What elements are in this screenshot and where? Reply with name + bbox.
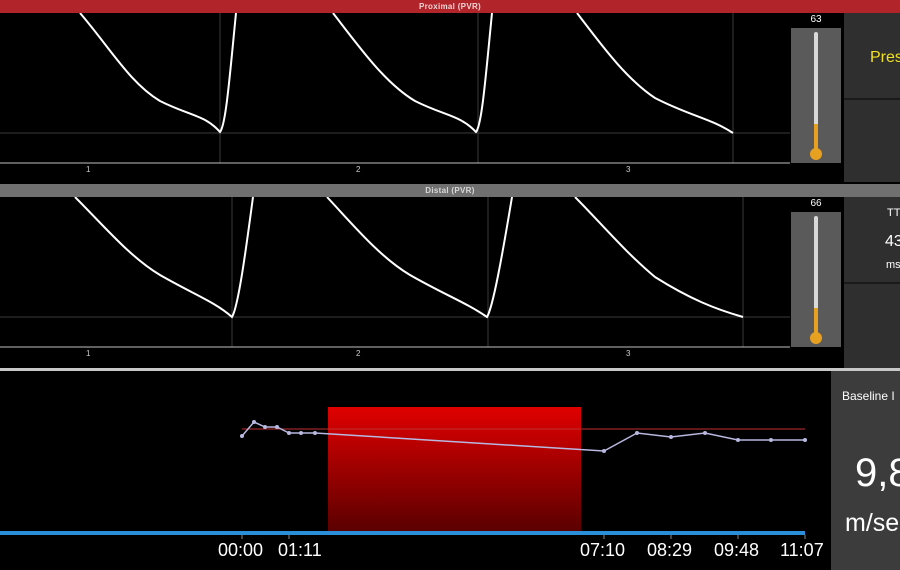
distal-side-value: 43 — [885, 233, 900, 250]
distal-tick-3: 3 — [626, 349, 631, 358]
distal-tick-2: 2 — [356, 349, 361, 358]
trend-highlight-region — [328, 407, 581, 532]
trend-time-3: 08:29 — [647, 540, 693, 560]
proximal-tick-1: 1 — [86, 165, 91, 174]
proximal-waveform[interactable] — [0, 13, 790, 178]
baseline-panel-title: Baseline I — [842, 389, 895, 403]
distal-side-panel: TT 43 ms — [844, 197, 900, 284]
proximal-side-panel: Pres — [844, 13, 900, 100]
trend-time-1: 01:11 — [278, 540, 322, 560]
trend-baseline-bar — [0, 531, 805, 535]
baseline-panel-value: 9,8 — [855, 451, 900, 495]
baseline-panel: Baseline I 9,8 m/se — [831, 371, 900, 570]
proximal-tick-3: 3 — [626, 165, 631, 174]
trend-time-0: 00:00 — [218, 540, 264, 560]
distal-tick-1: 1 — [86, 349, 91, 358]
proximal-side-panel-lower — [844, 100, 900, 182]
distal-waveform[interactable] — [0, 197, 790, 362]
distal-header: Distal (PVR) — [0, 184, 900, 197]
trend-time-4: 09:48 — [714, 540, 760, 560]
trend-time-5: 11:07 — [780, 540, 824, 560]
trend-chart[interactable] — [0, 371, 830, 570]
proximal-tick-2: 2 — [356, 165, 361, 174]
trend-time-2: 07:10 — [580, 540, 626, 560]
distal-scale-value: 66 — [810, 198, 822, 209]
proximal-scale-value: 63 — [810, 14, 822, 25]
distal-side-panel-lower — [844, 284, 900, 368]
proximal-header: Proximal (PVR) — [0, 0, 900, 13]
proximal-side-label: Pres — [870, 49, 900, 66]
distal-thermometer — [791, 212, 841, 347]
baseline-panel-unit: m/se — [845, 509, 900, 537]
distal-side-title: TT — [887, 207, 900, 219]
proximal-thermometer — [791, 28, 841, 163]
distal-side-unit: ms — [886, 259, 900, 271]
